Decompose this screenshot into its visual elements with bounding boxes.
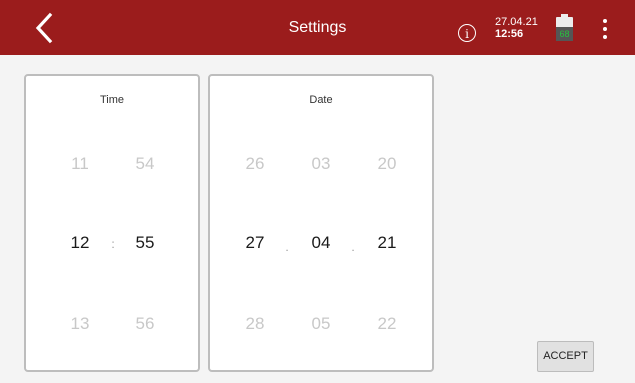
hour-next[interactable]: 13 (60, 314, 100, 334)
minute-next[interactable]: 56 (125, 314, 165, 334)
year-next[interactable]: 22 (367, 314, 407, 334)
chevron-left-icon (35, 12, 53, 44)
back-button[interactable] (28, 10, 64, 46)
menu-dot (603, 19, 607, 23)
minute-prev[interactable]: 54 (125, 154, 165, 174)
menu-dot (603, 35, 607, 39)
top-app-bar: Settings i 27.04.21 12:56 68 (0, 0, 635, 55)
datetime-display: 27.04.21 12:56 (495, 16, 538, 40)
hour-selected[interactable]: 12 (60, 233, 100, 253)
date-separator: . (285, 240, 289, 254)
month-selected[interactable]: 04 (301, 233, 341, 253)
time-panel-title: Time (99, 94, 125, 106)
minute-selected[interactable]: 55 (125, 233, 165, 253)
current-date: 27.04.21 (495, 16, 538, 28)
date-panel-title: Date (309, 94, 333, 106)
day-selected[interactable]: 27 (235, 233, 275, 253)
time-separator: : (111, 237, 115, 251)
month-next[interactable]: 05 (301, 314, 341, 334)
day-prev[interactable]: 26 (235, 154, 275, 174)
accept-button[interactable]: ACCEPT (537, 341, 594, 372)
battery-icon: 68 (556, 14, 573, 41)
year-selected[interactable]: 21 (367, 233, 407, 253)
current-time: 12:56 (495, 28, 524, 40)
date-separator: . (351, 240, 355, 254)
hour-prev[interactable]: 11 (60, 154, 100, 174)
year-prev[interactable]: 20 (367, 154, 407, 174)
page-title: Settings (288, 19, 347, 36)
date-picker: Date 26 27 28 . 03 04 05 . 20 21 22 (208, 74, 434, 372)
month-prev[interactable]: 03 (301, 154, 341, 174)
menu-dot (603, 27, 607, 31)
time-picker: Time 11 12 13 : 54 55 56 (24, 74, 200, 372)
overflow-menu-button[interactable] (598, 18, 612, 40)
info-icon[interactable]: i (458, 24, 476, 42)
day-next[interactable]: 28 (235, 314, 275, 334)
battery-cap (561, 14, 568, 17)
battery-level: 68 (559, 29, 570, 39)
